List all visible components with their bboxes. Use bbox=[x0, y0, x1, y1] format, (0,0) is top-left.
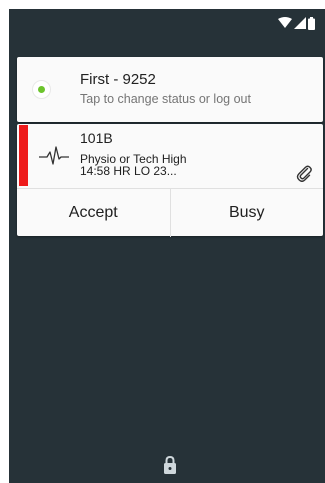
alert-room: 101B bbox=[80, 130, 113, 146]
alert-detail: 14:58 HR LO 23... bbox=[80, 164, 177, 178]
paperclip-icon[interactable] bbox=[295, 164, 313, 182]
battery-icon bbox=[308, 16, 315, 30]
lock-screen: First - 9252 Tap to change status or log… bbox=[9, 9, 325, 483]
status-hint: Tap to change status or log out bbox=[80, 92, 251, 106]
alert-actions: Accept Busy bbox=[17, 188, 323, 237]
user-status-card[interactable]: First - 9252 Tap to change status or log… bbox=[17, 57, 323, 122]
ekg-icon bbox=[39, 146, 69, 165]
status-indicator-icon bbox=[32, 80, 51, 99]
priority-indicator bbox=[19, 125, 28, 186]
lock-icon[interactable] bbox=[163, 455, 177, 475]
status-bar bbox=[278, 13, 315, 33]
busy-button[interactable]: Busy bbox=[169, 189, 324, 237]
accept-button[interactable]: Accept bbox=[17, 189, 170, 237]
user-title: First - 9252 bbox=[80, 71, 156, 88]
wifi-icon bbox=[278, 17, 292, 28]
signal-icon bbox=[294, 17, 306, 29]
alert-notification-card[interactable]: 101B Physio or Tech High 14:58 HR LO 23.… bbox=[17, 124, 323, 237]
